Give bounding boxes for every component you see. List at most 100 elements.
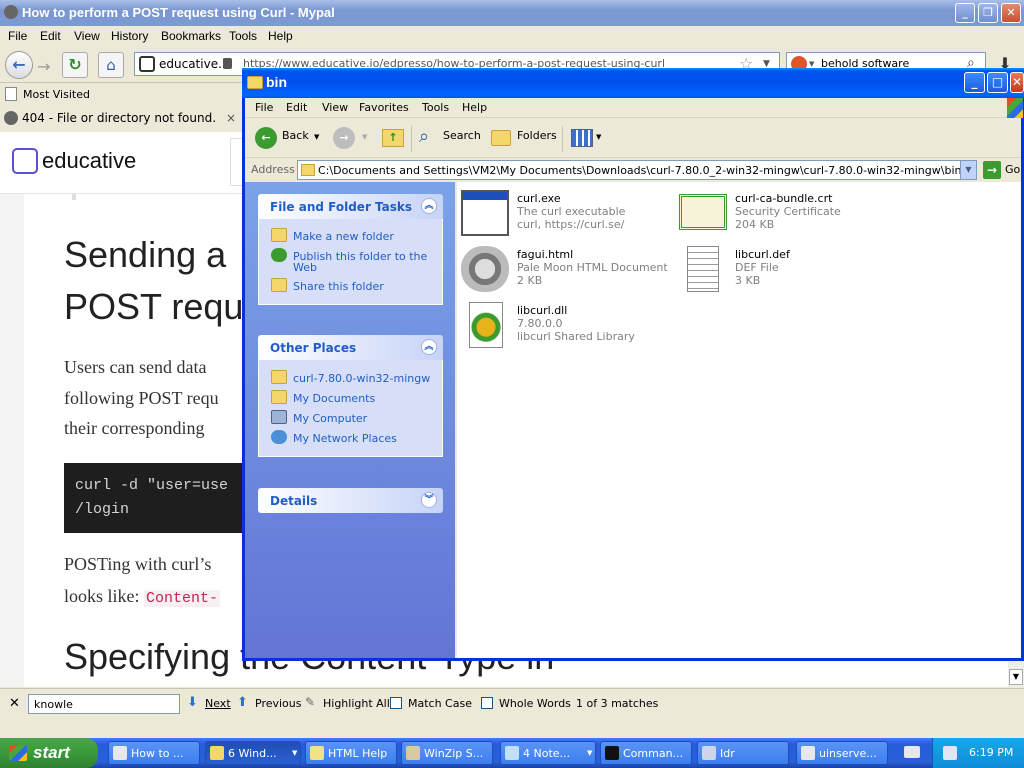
explorer-maximize-icon[interactable]: □	[987, 72, 1008, 93]
keyboard-icon[interactable]	[904, 746, 920, 758]
views-dropdown-icon[interactable]: ▼	[596, 133, 601, 141]
file-item[interactable]: libcurl.def DEF File 3 KB	[679, 246, 889, 296]
explorer-minimize-icon[interactable]: _	[964, 72, 985, 93]
folders-button[interactable]: Folders	[517, 129, 557, 142]
find-next-arrow-icon[interactable]: ⬇	[187, 695, 198, 710]
explorer-menu-file[interactable]: File	[255, 101, 273, 114]
group-dropdown-icon: ▼	[587, 749, 593, 757]
folders-icon[interactable]	[491, 130, 511, 146]
back-button[interactable]: Back	[282, 129, 309, 142]
explorer-menu-help[interactable]: Help	[462, 101, 487, 114]
taskbar-button-uinserve[interactable]: uinserve...	[796, 741, 888, 765]
back-arrow-icon[interactable]: ←	[5, 51, 33, 79]
place-parent-folder[interactable]: curl-7.80.0-win32-mingw	[271, 370, 430, 385]
menu-bookmarks[interactable]: Bookmarks	[161, 29, 221, 43]
tab-active[interactable]: 404 - File or directory not found. ×	[0, 107, 244, 131]
find-previous-arrow-icon[interactable]: ⬆	[237, 695, 248, 710]
site-identity[interactable]: educative.io	[159, 57, 233, 71]
collapse-chevron-icon[interactable]: ︽	[421, 198, 437, 214]
taskbar-button-idr[interactable]: Idr	[697, 741, 789, 765]
taskbar-button-notepad[interactable]: 4 Note... ▼	[500, 741, 596, 765]
taskbar-button-html-help[interactable]: HTML Help	[305, 741, 397, 765]
raccoon-icon	[113, 746, 127, 760]
taskbar-label: uinserve...	[819, 747, 877, 760]
group-dropdown-icon: ▼	[292, 749, 298, 757]
explorer-menu-view[interactable]: View	[322, 101, 348, 114]
site-favicon-icon	[139, 56, 155, 72]
task-label: Share this folder	[293, 280, 384, 293]
menu-file[interactable]: File	[8, 29, 27, 43]
taskbar-button-command[interactable]: Comman...	[600, 741, 692, 765]
taskbar-button-explorer[interactable]: 6 Wind... ▼	[205, 741, 301, 765]
find-next-button[interactable]: Next	[205, 697, 231, 710]
task-make-new-folder[interactable]: Make a new folder	[271, 228, 394, 243]
back-circle-icon[interactable]: ←	[255, 127, 277, 149]
page-gutter	[0, 194, 24, 687]
explorer-menubar: File Edit View Favorites Tools Help	[245, 98, 1023, 118]
panel-header[interactable]: File and Folder Tasks ︽	[258, 194, 443, 219]
search-magnifier-icon[interactable]: ⌕	[419, 126, 429, 147]
file-item[interactable]: curl-ca-bundle.crt Security Certificate …	[679, 190, 889, 240]
educative-logo[interactable]: educative	[42, 148, 136, 174]
menu-tools[interactable]: Tools	[229, 29, 257, 43]
forward-dropdown-icon[interactable]: ▼	[362, 133, 367, 141]
explorer-menu-tools[interactable]: Tools	[422, 101, 449, 114]
menu-help[interactable]: Help	[268, 29, 293, 43]
address-dropdown-icon[interactable]: ▼	[960, 161, 976, 179]
find-close-icon[interactable]: ✕	[9, 696, 20, 711]
file-item[interactable]: curl.exe The curl executable curl, https…	[461, 190, 671, 240]
menu-edit[interactable]: Edit	[40, 29, 61, 43]
explorer-title-bar[interactable]: bin _ □ ✕	[242, 68, 1024, 98]
start-button[interactable]: start	[0, 738, 98, 768]
network-tray-icon[interactable]	[943, 746, 957, 760]
find-previous-button[interactable]: Previous	[255, 697, 302, 710]
collapse-chevron-icon[interactable]: ︽	[421, 339, 437, 355]
restore-icon[interactable]: ❐	[978, 3, 998, 23]
place-my-computer[interactable]: My Computer	[271, 410, 367, 425]
find-input[interactable]: knowle	[28, 694, 180, 714]
scroll-down-arrow-icon[interactable]: ▼	[1009, 669, 1023, 685]
close-icon[interactable]: ✕	[1001, 3, 1021, 23]
views-icon[interactable]	[571, 129, 593, 147]
explorer-menu-edit[interactable]: Edit	[286, 101, 307, 114]
reload-icon[interactable]: ↻	[62, 52, 88, 78]
folder-up-icon[interactable]: ↑	[382, 129, 404, 147]
browser-title-bar[interactable]: How to perform a POST request using Curl…	[0, 0, 1024, 26]
panel-header[interactable]: Details ︾	[258, 488, 443, 513]
taskbar-button-browser[interactable]: How to ...	[108, 741, 200, 765]
educative-logo-icon[interactable]	[12, 148, 38, 174]
idr-icon	[702, 746, 716, 760]
address-field[interactable]: C:\Documents and Settings\VM2\My Documen…	[297, 160, 977, 180]
place-my-network[interactable]: My Network Places	[271, 430, 397, 445]
bookmark-most-visited[interactable]: Most Visited	[23, 88, 90, 101]
whole-words-checkbox[interactable]	[481, 697, 493, 709]
file-item[interactable]: libcurl.dll 7.80.0.0 libcurl Shared Libr…	[461, 302, 671, 352]
place-my-documents[interactable]: My Documents	[271, 390, 375, 405]
menu-history[interactable]: History	[111, 29, 148, 43]
article-paragraph2-line1: POSTing with curl’s	[64, 554, 212, 574]
code-block[interactable]: curl -d "user=use /login	[64, 463, 254, 533]
clock[interactable]: 6:19 PM	[969, 746, 1013, 759]
highlight-all-button[interactable]: Highlight All	[323, 697, 390, 710]
minimize-icon[interactable]: _	[955, 3, 975, 23]
taskbar-button-winzip[interactable]: WinZip S...	[401, 741, 493, 765]
panel-header[interactable]: Other Places ︽	[258, 335, 443, 360]
go-arrow-icon[interactable]: →	[983, 161, 1001, 179]
home-icon[interactable]: ⌂	[98, 52, 124, 78]
menu-view[interactable]: View	[74, 29, 100, 43]
task-publish-folder-cont[interactable]: Web	[293, 261, 317, 274]
explorer-close-icon[interactable]: ✕	[1010, 72, 1024, 93]
back-dropdown-icon[interactable]: ▼	[314, 133, 319, 141]
explorer-menu-favorites[interactable]: Favorites	[359, 101, 409, 114]
address-path[interactable]: C:\Documents and Settings\VM2\My Documen…	[318, 164, 961, 177]
task-share-folder[interactable]: Share this folder	[271, 278, 384, 293]
forward-arrow-icon[interactable]: →	[37, 57, 50, 76]
match-case-checkbox[interactable]	[390, 697, 402, 709]
search-button[interactable]: Search	[443, 129, 481, 142]
expand-chevron-icon[interactable]: ︾	[421, 492, 437, 508]
file-item[interactable]: fagui.html Pale Moon HTML Document 2 KB	[461, 246, 671, 296]
search-engine-dropdown-icon[interactable]: ▼	[809, 60, 814, 68]
tab-close-icon[interactable]: ×	[226, 111, 236, 125]
forward-circle-icon[interactable]: →	[333, 127, 355, 149]
go-button[interactable]: Go	[1005, 163, 1020, 176]
